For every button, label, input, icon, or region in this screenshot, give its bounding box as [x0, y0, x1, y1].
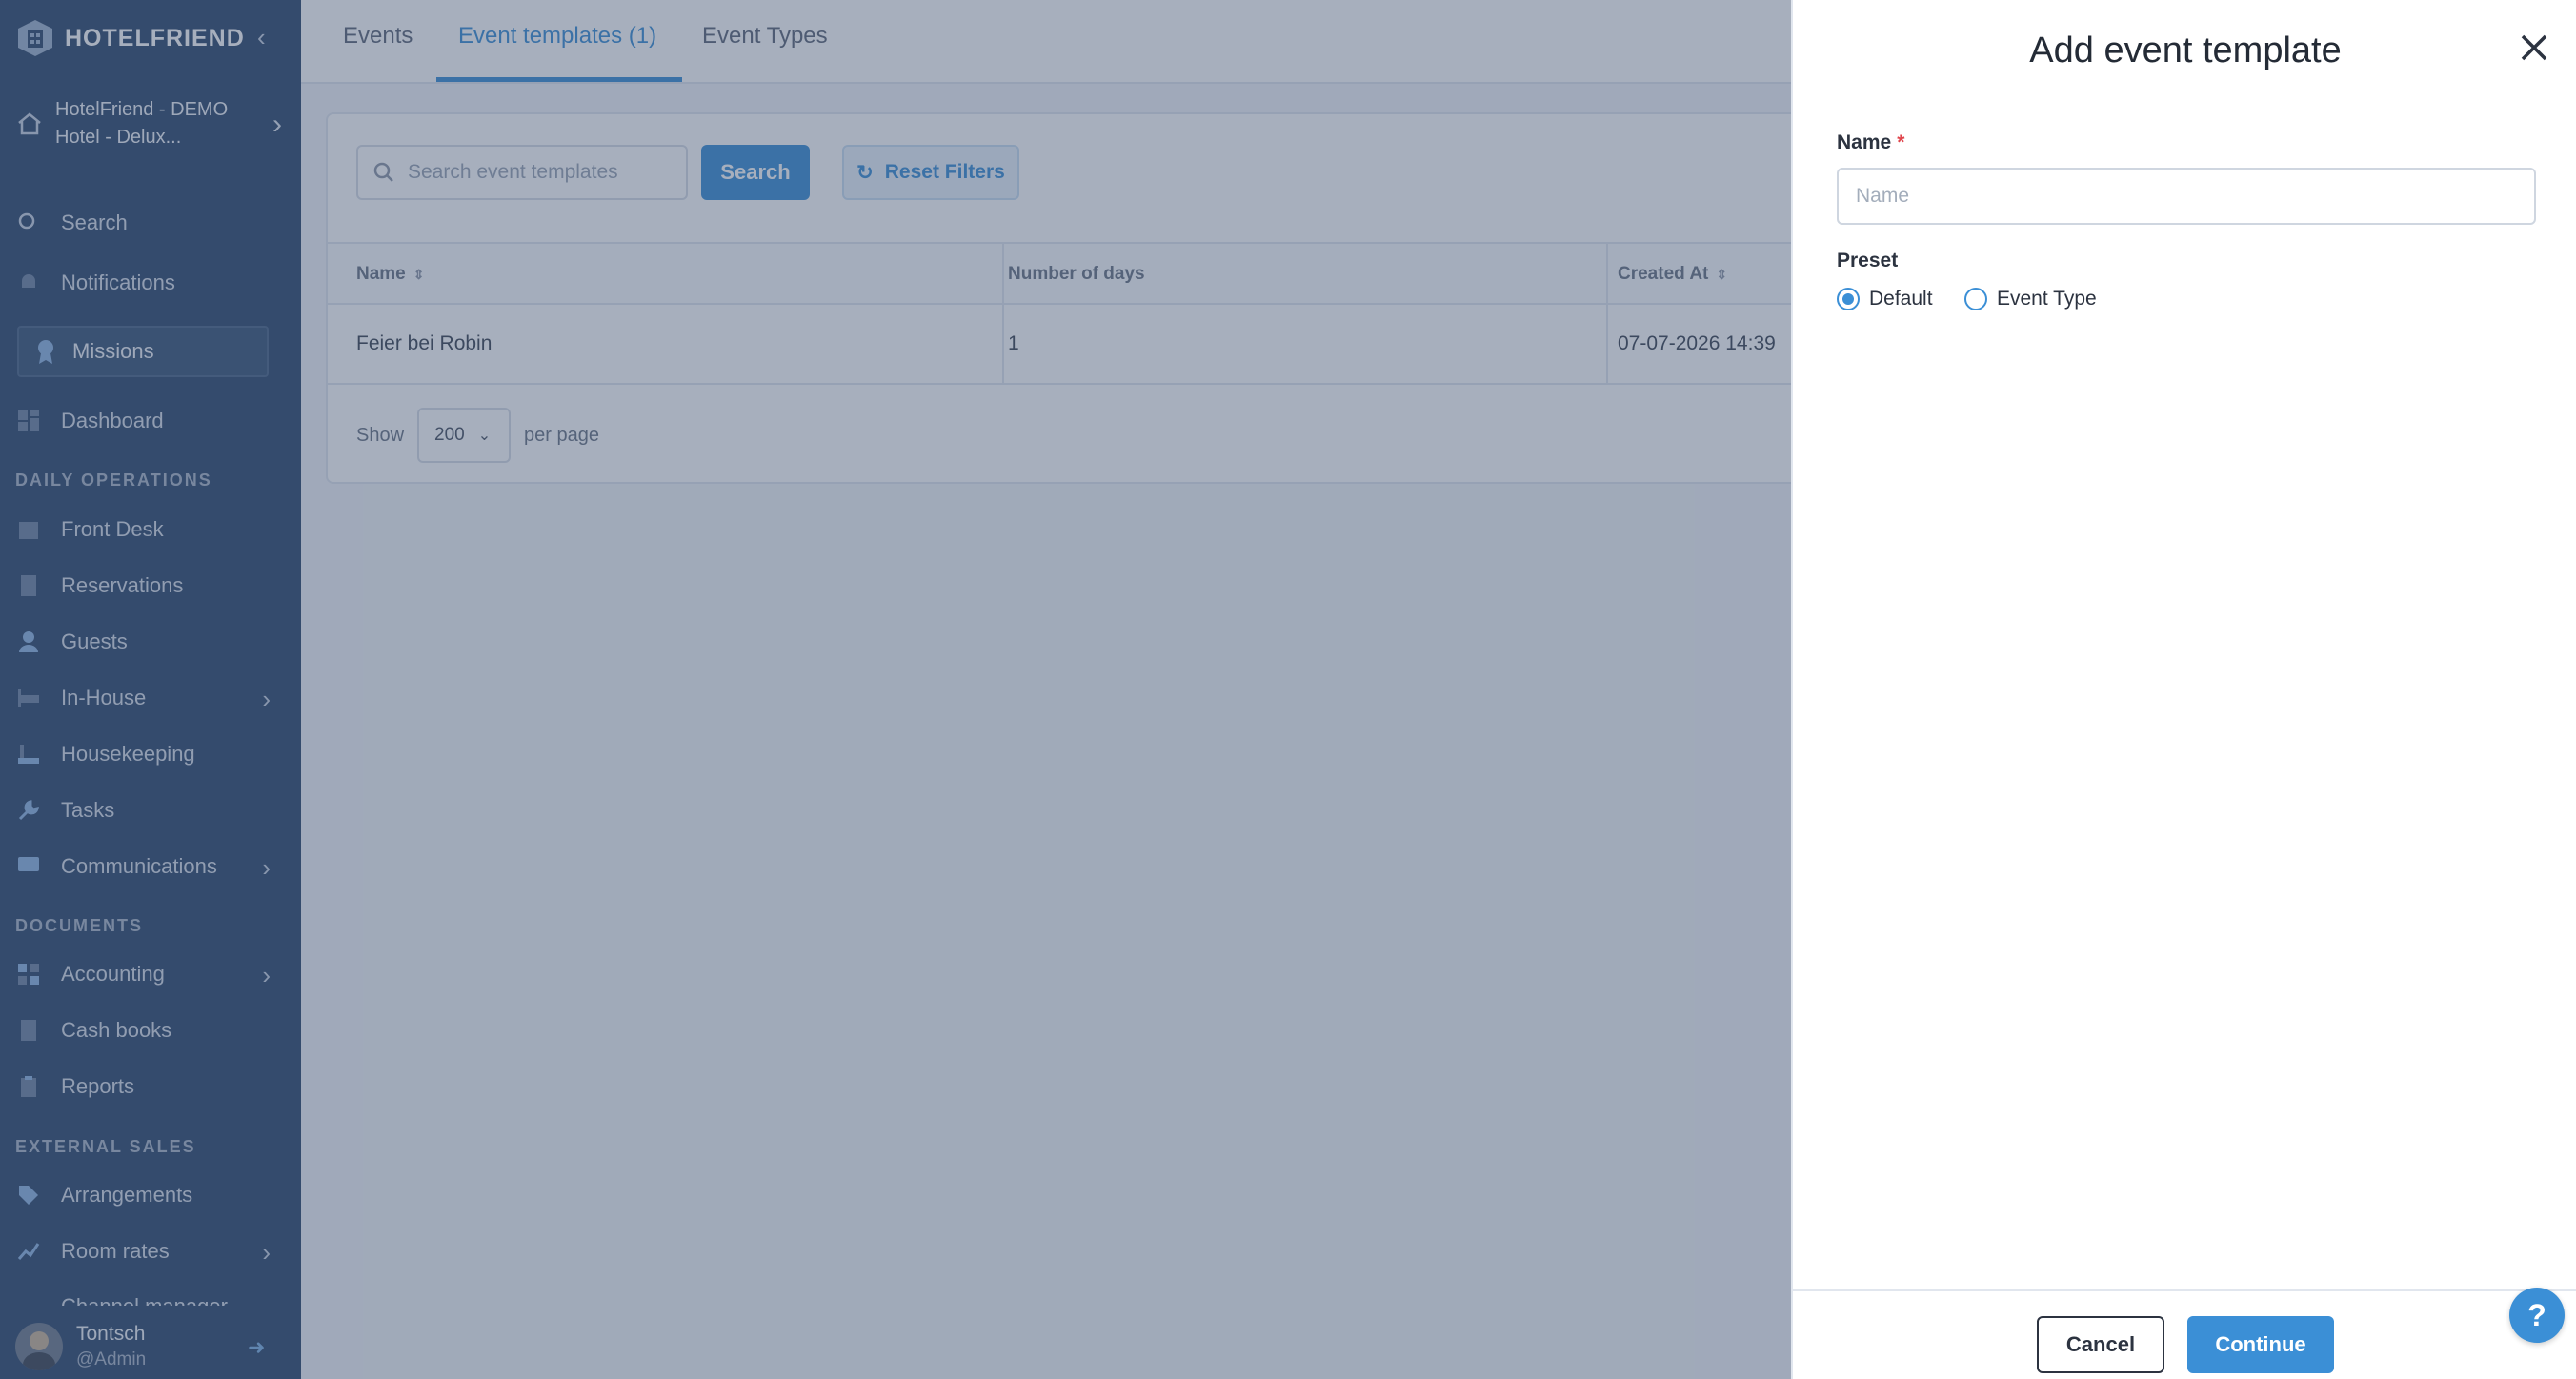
radio-button-unchecked[interactable]: [1964, 288, 1987, 310]
preset-field-label: Preset: [1837, 250, 1899, 271]
radio-button-checked[interactable]: [1837, 288, 1860, 310]
preset-option-event-type[interactable]: Event Type: [1964, 288, 2097, 310]
drawer-footer: Cancel Continue: [1793, 1289, 2576, 1379]
required-marker: *: [1897, 131, 1905, 153]
name-field-label: Name *: [1837, 131, 1904, 154]
name-label-text: Name: [1837, 131, 1892, 153]
drawer-title: Add event template: [2029, 30, 2342, 70]
close-icon[interactable]: [2515, 29, 2553, 67]
name-input[interactable]: [1837, 168, 2536, 225]
add-event-template-drawer: Add event template Name* Preset Default …: [1791, 0, 2576, 1379]
modal-backdrop[interactable]: [0, 0, 1791, 1379]
cancel-button[interactable]: Cancel: [2037, 1316, 2164, 1373]
preset-option-label: Event Type: [1997, 288, 2097, 310]
preset-option-default[interactable]: Default: [1837, 288, 1933, 310]
continue-button[interactable]: Continue: [2187, 1316, 2334, 1373]
help-button[interactable]: ?: [2509, 1288, 2565, 1343]
preset-option-label: Default: [1869, 288, 1933, 310]
